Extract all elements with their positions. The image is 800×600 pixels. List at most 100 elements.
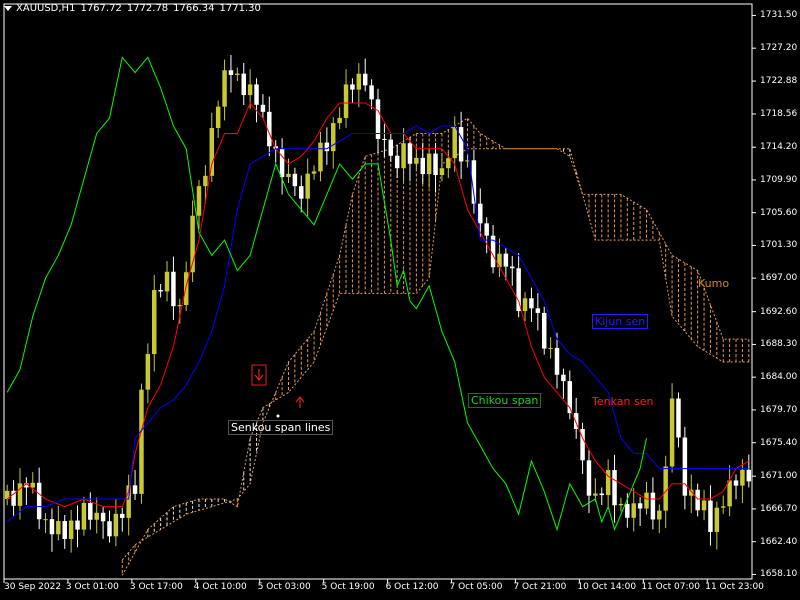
candle-body — [593, 493, 598, 496]
candle-body — [49, 519, 55, 535]
candle-body — [446, 158, 451, 169]
candle-body — [88, 502, 93, 520]
candle-body — [458, 127, 464, 162]
chart-plot[interactable] — [0, 0, 800, 600]
candle-body — [36, 482, 42, 520]
candle-body — [318, 142, 323, 172]
price-tick-label: 1701.30 — [760, 240, 798, 251]
candle-body — [612, 470, 617, 506]
candle-body — [209, 127, 215, 176]
price-tick-label: 1731.50 — [760, 10, 798, 21]
ichimoku-chart: XAUUSD,H1 1767.72 1772.78 1766.34 1771.30 17… — [0, 0, 800, 600]
candle-body — [241, 73, 246, 96]
time-tick-label: 7 Oct 05:00 — [449, 582, 503, 592]
candle-body — [420, 157, 425, 174]
price-tick-label: 1675.40 — [760, 437, 798, 448]
kumo-label[interactable]: Kumo — [696, 277, 731, 290]
time-tick-label: 3 Oct 01:00 — [65, 582, 119, 592]
price-tick-label: 1718.56 — [760, 108, 798, 119]
candle-body — [75, 520, 80, 530]
high-value: 1772.78 — [126, 3, 169, 14]
price-tick-label: 1662.40 — [760, 536, 798, 547]
candle-body — [113, 513, 119, 537]
candle-body — [43, 519, 48, 521]
candle-body — [305, 173, 310, 199]
down-arrow-marker-icon — [254, 369, 264, 381]
time-tick-label: 10 Oct 14:00 — [577, 582, 637, 592]
candle-body — [62, 521, 67, 539]
price-tick-label: 1671.00 — [760, 471, 798, 482]
candle-body — [561, 374, 566, 382]
tenkan-label[interactable]: Tenkan sen — [590, 395, 655, 408]
close-value: 1771.30 — [219, 3, 261, 14]
candle-body — [286, 173, 291, 178]
candle-body — [720, 506, 726, 508]
candle-body — [145, 354, 151, 390]
candle-body — [215, 106, 221, 128]
candle-body — [81, 502, 87, 530]
candle-body — [529, 298, 534, 309]
candle-body — [235, 73, 240, 75]
price-tick-label: 1679.70 — [760, 404, 798, 415]
price-tick-label: 1666.70 — [760, 503, 798, 514]
candle-body — [586, 460, 592, 496]
senkou-label[interactable]: Senkou span lines — [228, 420, 334, 435]
candle-body — [171, 271, 176, 307]
candle-body — [100, 512, 106, 522]
candle-body — [311, 171, 317, 174]
candle-body — [120, 513, 125, 518]
candle-body — [484, 223, 489, 236]
candle-body — [535, 308, 541, 313]
candle-body — [439, 168, 445, 176]
candle-body — [650, 492, 656, 520]
candle-body — [299, 186, 304, 199]
candle-body — [714, 507, 720, 532]
candle-body — [701, 500, 707, 511]
candle-body — [158, 290, 163, 292]
price-tick-label: 1705.60 — [760, 207, 798, 218]
price-tick-label: 1722.88 — [760, 76, 798, 87]
price-tick-label: 1688.30 — [760, 339, 798, 350]
candle-body — [497, 253, 502, 268]
candle-body — [324, 142, 330, 152]
candle-body — [625, 503, 630, 518]
candle-body — [183, 272, 189, 305]
candle-body — [279, 148, 285, 178]
candle-body — [503, 253, 509, 267]
candle-body — [414, 157, 419, 164]
candle-body — [727, 480, 732, 507]
candle-body — [541, 312, 547, 349]
candle-body — [426, 153, 432, 174]
candle-body — [369, 85, 374, 100]
candle-body — [733, 480, 739, 486]
candle-body — [292, 173, 298, 187]
candle-body — [478, 203, 483, 224]
chikou-label[interactable]: Chikou span — [468, 393, 542, 408]
candle-body — [618, 503, 624, 506]
candle-body — [152, 290, 157, 355]
price-tick-label: 1692.60 — [760, 306, 798, 317]
marker-dot — [276, 414, 280, 418]
candle-body — [708, 500, 713, 532]
candle-body — [746, 469, 752, 482]
candle-body — [676, 398, 681, 438]
candle-body — [669, 398, 675, 467]
time-tick-label: 6 Oct 12:00 — [385, 582, 439, 592]
candle-body — [94, 512, 99, 520]
price-tick-label: 1727.20 — [760, 43, 798, 54]
candle-body — [695, 489, 700, 511]
kijun-label[interactable]: Kijun sen — [592, 314, 649, 329]
dropdown-triangle-icon[interactable] — [4, 5, 12, 11]
candle-body — [247, 84, 253, 96]
price-tick-label: 1714.20 — [760, 142, 798, 153]
up-arrow-marker-icon — [295, 396, 305, 408]
candle-body — [510, 266, 515, 269]
candle-body — [682, 437, 688, 496]
chart-header[interactable]: XAUUSD,H1 1767.72 1772.78 1766.34 1771.30 — [4, 3, 266, 14]
price-tick-label: 1697.00 — [760, 273, 798, 284]
time-tick-label: 3 Oct 17:00 — [129, 582, 183, 592]
candle-body — [663, 466, 668, 511]
candle-body — [337, 117, 342, 124]
candle-body — [356, 73, 362, 90]
candle-body — [203, 175, 208, 187]
